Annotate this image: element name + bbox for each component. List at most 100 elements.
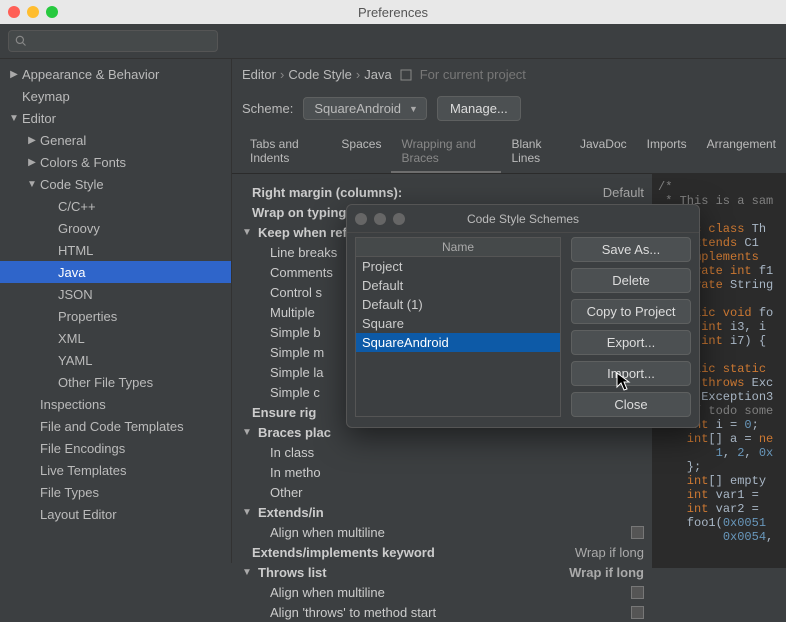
option-label: In metho xyxy=(270,465,652,480)
sidebar-item-label: File Encodings xyxy=(40,441,125,456)
sidebar-item-label: Colors & Fonts xyxy=(40,155,126,170)
search-icon xyxy=(15,35,27,47)
sidebar-item-xml[interactable]: XML xyxy=(0,327,231,349)
sidebar-item-properties[interactable]: Properties xyxy=(0,305,231,327)
breadcrumb-java: Java xyxy=(364,67,391,82)
option-checkbox[interactable] xyxy=(631,526,644,539)
import-button[interactable]: Import... xyxy=(571,361,691,386)
scheme-label: Scheme: xyxy=(242,101,293,116)
search-box[interactable] xyxy=(8,30,218,52)
chevron-down-icon[interactable]: ▼ xyxy=(242,427,252,438)
search-row xyxy=(0,24,786,59)
scheme-list-item[interactable]: Square xyxy=(356,314,560,333)
breadcrumb: Editor › Code Style › Java For current p… xyxy=(232,59,786,82)
option-value[interactable]: Default xyxy=(603,185,644,200)
search-input[interactable] xyxy=(33,34,211,48)
option-value[interactable]: Wrap if long xyxy=(575,545,644,560)
chevron-right-icon: ▶ xyxy=(24,157,40,168)
sidebar-item-label: Layout Editor xyxy=(40,507,117,522)
chevron-down-icon[interactable]: ▼ xyxy=(242,507,252,518)
tab-javadoc[interactable]: JavaDoc xyxy=(570,131,637,173)
option-label: Align 'throws' to method start xyxy=(270,605,631,620)
option-label: Align when multiline xyxy=(270,525,631,540)
scheme-list-item[interactable]: Default xyxy=(356,276,560,295)
sidebar-item-label: XML xyxy=(58,331,85,346)
sidebar-item-label: Groovy xyxy=(58,221,100,236)
option-value[interactable]: Wrap if long xyxy=(569,565,644,580)
window-title: Preferences xyxy=(0,5,786,20)
sidebar-item-appearance-behavior[interactable]: ▶Appearance & Behavior xyxy=(0,63,231,85)
sidebar-item-file-types[interactable]: File Types xyxy=(0,481,231,503)
sidebar-item-json[interactable]: JSON xyxy=(0,283,231,305)
codestyle-tabs: Tabs and IndentsSpacesWrapping and Brace… xyxy=(232,131,786,174)
tab-wrapping-and-braces[interactable]: Wrapping and Braces xyxy=(391,131,501,173)
sidebar-item-inspections[interactable]: Inspections xyxy=(0,393,231,415)
sidebar-item-code-style[interactable]: ▼Code Style xyxy=(0,173,231,195)
chevron-down-icon: ▼ xyxy=(24,179,40,190)
sidebar-item-general[interactable]: ▶General xyxy=(0,129,231,151)
settings-tree[interactable]: ▶Appearance & BehaviorKeymap▼Editor▶Gene… xyxy=(0,59,232,563)
option-checkbox[interactable] xyxy=(631,606,644,619)
sidebar-item-java[interactable]: Java xyxy=(0,261,231,283)
manage-button[interactable]: Manage... xyxy=(437,96,521,121)
scheme-value: SquareAndroid xyxy=(314,101,401,116)
sidebar-item-label: YAML xyxy=(58,353,92,368)
dialog-titlebar: Code Style Schemes xyxy=(347,205,699,233)
option-checkbox[interactable] xyxy=(631,586,644,599)
sidebar-item-c-c-[interactable]: C/C++ xyxy=(0,195,231,217)
sidebar-item-label: JSON xyxy=(58,287,93,302)
sidebar-item-label: Live Templates xyxy=(40,463,126,478)
save-as-button[interactable]: Save As... xyxy=(571,237,691,262)
export-button[interactable]: Export... xyxy=(571,330,691,355)
sidebar-item-label: C/C++ xyxy=(58,199,96,214)
tab-spaces[interactable]: Spaces xyxy=(331,131,391,173)
scheme-list-header: Name xyxy=(356,238,560,257)
sidebar-item-label: File and Code Templates xyxy=(40,419,184,434)
sidebar-item-label: Appearance & Behavior xyxy=(22,67,159,82)
chevron-right-icon: › xyxy=(280,67,284,82)
tab-imports[interactable]: Imports xyxy=(637,131,697,173)
sidebar-item-label: Other File Types xyxy=(58,375,153,390)
sidebar-item-file-and-code-templates[interactable]: File and Code Templates xyxy=(0,415,231,437)
chevron-right-icon: › xyxy=(356,67,360,82)
tab-arrangement[interactable]: Arrangement xyxy=(697,131,786,173)
scheme-list-item[interactable]: Project xyxy=(356,257,560,276)
sidebar-item-layout-editor[interactable]: Layout Editor xyxy=(0,503,231,525)
sidebar-item-label: Keymap xyxy=(22,89,70,104)
scheme-dropdown[interactable]: SquareAndroid ▼ xyxy=(303,97,427,120)
sidebar-item-editor[interactable]: ▼Editor xyxy=(0,107,231,129)
sidebar-item-colors-fonts[interactable]: ▶Colors & Fonts xyxy=(0,151,231,173)
option-group-label: Throws list xyxy=(258,565,569,580)
sidebar-item-label: File Types xyxy=(40,485,99,500)
breadcrumb-codestyle[interactable]: Code Style xyxy=(288,67,352,82)
chevron-down-icon: ▼ xyxy=(6,113,22,124)
close-button[interactable]: Close xyxy=(571,392,691,417)
copy-to-project-button[interactable]: Copy to Project xyxy=(571,299,691,324)
sidebar-item-keymap[interactable]: Keymap xyxy=(0,85,231,107)
sidebar-item-groovy[interactable]: Groovy xyxy=(0,217,231,239)
sidebar-item-other-file-types[interactable]: Other File Types xyxy=(0,371,231,393)
project-scope-icon xyxy=(400,69,412,81)
scheme-list[interactable]: Name ProjectDefaultDefault (1)SquareSqua… xyxy=(355,237,561,417)
chevron-down-icon[interactable]: ▼ xyxy=(242,227,252,238)
dialog-title: Code Style Schemes xyxy=(347,212,699,226)
scheme-list-item[interactable]: SquareAndroid xyxy=(356,333,560,352)
sidebar-item-live-templates[interactable]: Live Templates xyxy=(0,459,231,481)
chevron-down-icon: ▼ xyxy=(409,104,418,114)
sidebar-item-yaml[interactable]: YAML xyxy=(0,349,231,371)
tab-tabs-and-indents[interactable]: Tabs and Indents xyxy=(240,131,331,173)
window-titlebar: Preferences xyxy=(0,0,786,24)
tab-blank-lines[interactable]: Blank Lines xyxy=(501,131,569,173)
sidebar-item-label: Code Style xyxy=(40,177,104,192)
delete-button[interactable]: Delete xyxy=(571,268,691,293)
chevron-down-icon[interactable]: ▼ xyxy=(242,567,252,578)
option-label: Align when multiline xyxy=(270,585,631,600)
sidebar-item-label: Properties xyxy=(58,309,117,324)
breadcrumb-editor[interactable]: Editor xyxy=(242,67,276,82)
code-style-schemes-dialog: Code Style Schemes Name ProjectDefaultDe… xyxy=(346,204,700,428)
sidebar-item-label: General xyxy=(40,133,86,148)
sidebar-item-file-encodings[interactable]: File Encodings xyxy=(0,437,231,459)
sidebar-item-html[interactable]: HTML xyxy=(0,239,231,261)
scheme-list-item[interactable]: Default (1) xyxy=(356,295,560,314)
chevron-right-icon: ▶ xyxy=(24,135,40,146)
